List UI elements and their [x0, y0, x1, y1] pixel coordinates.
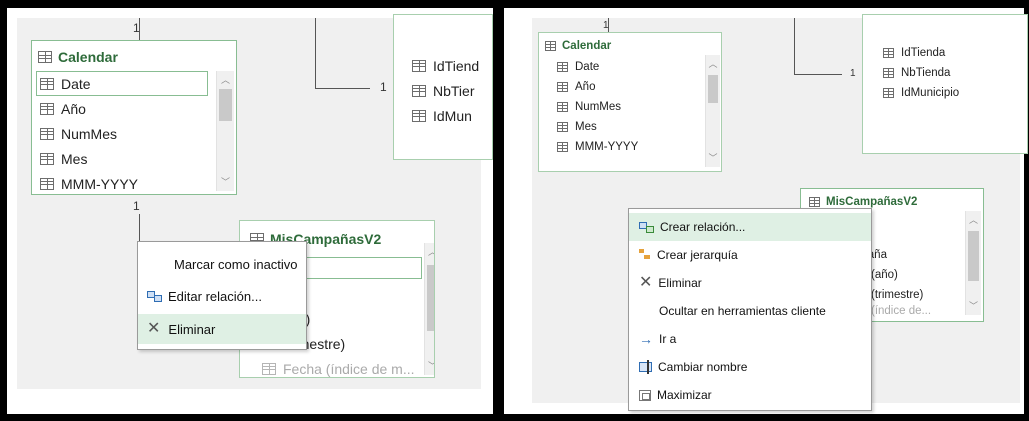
- table-icon: [38, 51, 52, 63]
- column-icon: [40, 102, 54, 115]
- column-icon: [883, 68, 894, 78]
- calendar-table[interactable]: Calendar Date Año NumMes Mes MMM-YYYY ︿ …: [31, 40, 237, 195]
- field-row[interactable]: IdTiend: [412, 53, 479, 78]
- field-row[interactable]: Año: [557, 77, 638, 97]
- relationship-line[interactable]: [315, 18, 316, 88]
- column-icon: [883, 88, 894, 98]
- relation-icon: [639, 221, 654, 233]
- column-icon: [412, 59, 426, 72]
- table-title: Calendar: [58, 49, 118, 65]
- menu-item-create-relation[interactable]: Crear relación...: [629, 213, 871, 241]
- vertical-scrollbar[interactable]: ︿ ﹀: [705, 55, 720, 167]
- column-icon: [40, 152, 54, 165]
- rename-icon: [639, 360, 652, 374]
- cardinality-label: 1: [850, 68, 856, 79]
- column-icon: [557, 102, 568, 112]
- tienda-table[interactable]: IdTiend NbTier IdMun: [393, 14, 493, 160]
- column-icon: [412, 109, 426, 122]
- scroll-thumb[interactable]: [708, 75, 718, 103]
- scroll-thumb[interactable]: [968, 231, 979, 281]
- menu-item-mark-inactive[interactable]: Marcar como inactivo: [138, 250, 306, 278]
- menu-item-maximize[interactable]: Maximizar: [629, 381, 871, 409]
- cardinality-label: 1: [133, 199, 140, 213]
- column-icon: [412, 84, 426, 97]
- table-title: Calendar: [562, 40, 612, 52]
- hierarchy-icon: [639, 249, 651, 261]
- field-row[interactable]: Mes: [36, 146, 208, 171]
- scroll-down-icon[interactable]: ﹀: [425, 361, 434, 371]
- scroll-thumb[interactable]: [427, 265, 434, 331]
- field-row[interactable]: IdMunicipio: [883, 83, 959, 103]
- column-icon: [557, 142, 568, 152]
- column-icon: [557, 62, 568, 72]
- field-row[interactable]: MMM-YYYY: [557, 137, 638, 157]
- field-row[interactable]: IdTienda: [883, 43, 959, 63]
- field-row[interactable]: MMM-YYYY: [36, 171, 208, 194]
- table-title: MisCampañasV2: [826, 196, 918, 208]
- menu-item-hide-client-tools[interactable]: Ocultar en herramientas cliente: [629, 297, 871, 325]
- delete-x-icon: ✕: [147, 320, 161, 337]
- field-row[interactable]: Año: [36, 96, 208, 121]
- field-row[interactable]: NbTienda: [883, 63, 959, 83]
- scroll-thumb[interactable]: [219, 89, 232, 121]
- column-icon: [262, 362, 276, 375]
- menu-item-edit-relation[interactable]: Editar relación...: [138, 282, 306, 310]
- field-row[interactable]: Date: [36, 71, 208, 96]
- column-icon: [557, 122, 568, 132]
- field-row[interactable]: Fecha (índice de m...: [262, 356, 415, 377]
- field-row[interactable]: NbTier: [412, 78, 479, 103]
- edit-relation-icon: [147, 290, 162, 302]
- table-context-menu: Crear relación... Crear jerarquía ✕ Elim…: [628, 208, 872, 411]
- scroll-up-icon[interactable]: ︿: [706, 59, 720, 69]
- vertical-scrollbar[interactable]: ︿ ﹀: [424, 243, 434, 375]
- relationship-line[interactable]: [794, 74, 842, 75]
- column-icon: [40, 77, 54, 90]
- menu-item-go-to[interactable]: → Ir a: [629, 325, 871, 353]
- table-header[interactable]: MisCampañasV2: [809, 196, 917, 208]
- cardinality-label: 1: [380, 80, 387, 94]
- table-icon: [545, 41, 556, 51]
- maximize-icon: [639, 389, 651, 401]
- field-row[interactable]: Mes: [557, 117, 638, 137]
- column-icon: [40, 177, 54, 190]
- relationship-context-menu: Marcar como inactivo Editar relación... …: [137, 241, 307, 350]
- delete-x-icon: ✕: [639, 274, 653, 291]
- menu-item-delete[interactable]: ✕ Eliminar: [629, 269, 871, 297]
- column-icon: [883, 48, 894, 58]
- scroll-up-icon[interactable]: ︿: [966, 215, 981, 225]
- diagram-canvas-left: 1 1 Calendar Date Año NumMes Mes MMM-YYY…: [17, 14, 493, 389]
- scroll-up-icon[interactable]: ︿: [217, 75, 234, 85]
- table-icon: [809, 197, 820, 207]
- scroll-down-icon[interactable]: ﹀: [966, 301, 981, 311]
- calendar-table[interactable]: Calendar Date Año NumMes Mes MMM-YYYY ︿ …: [538, 32, 722, 172]
- menu-item-delete[interactable]: ✕ Eliminar: [138, 314, 306, 344]
- relationship-line[interactable]: [315, 88, 370, 89]
- field-row[interactable]: IdMun: [412, 103, 479, 128]
- relationship-line[interactable]: [794, 18, 795, 74]
- go-arrow-icon: →: [639, 331, 653, 347]
- table-header[interactable]: Calendar: [38, 49, 118, 65]
- left-screenshot-panel: 1 1 Calendar Date Año NumMes Mes MMM-YYY…: [7, 8, 493, 414]
- menu-item-create-hierarchy[interactable]: Crear jerarquía: [629, 241, 871, 269]
- table-header[interactable]: Calendar: [545, 40, 611, 52]
- right-screenshot-panel: 1 1 Calendar Date Año NumMes Mes MMM-YYY…: [504, 8, 1028, 414]
- cardinality-label: 1: [603, 20, 609, 31]
- vertical-scrollbar[interactable]: ︿ ﹀: [965, 211, 981, 315]
- diagram-canvas-right: 1 1 Calendar Date Año NumMes Mes MMM-YYY…: [532, 14, 1028, 411]
- scroll-up-icon[interactable]: ︿: [425, 247, 434, 257]
- menu-item-rename[interactable]: Cambiar nombre: [629, 353, 871, 381]
- scroll-down-icon[interactable]: ﹀: [217, 177, 234, 187]
- scroll-down-icon[interactable]: ﹀: [706, 153, 720, 163]
- tienda-table[interactable]: IdTienda NbTienda IdMunicipio: [862, 14, 1028, 154]
- column-icon: [557, 82, 568, 92]
- cardinality-label: 1: [133, 21, 140, 35]
- column-icon: [40, 127, 54, 140]
- vertical-scrollbar[interactable]: ︿ ﹀: [216, 71, 234, 191]
- field-row[interactable]: NumMes: [36, 121, 208, 146]
- field-row[interactable]: NumMes: [557, 97, 638, 117]
- field-row[interactable]: Date: [557, 57, 638, 77]
